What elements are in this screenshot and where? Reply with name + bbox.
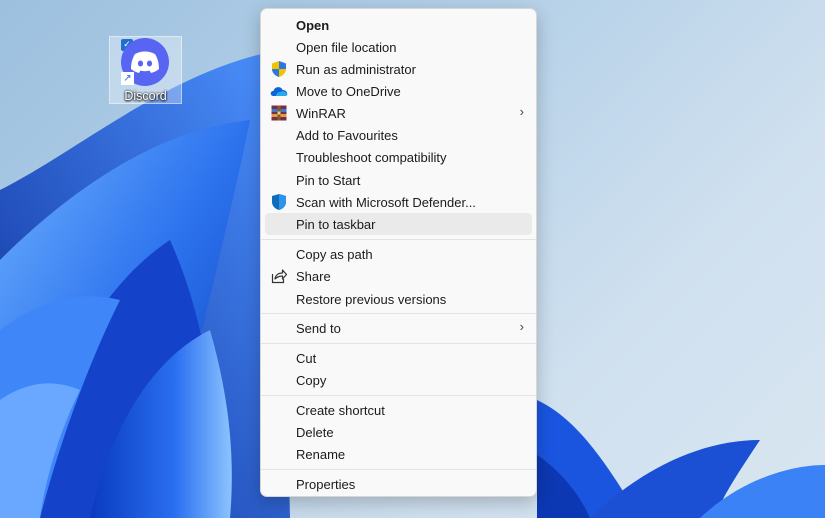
menu-item-send-to[interactable]: Send to › <box>265 317 532 339</box>
menu-item-label: Send to <box>296 320 341 336</box>
menu-item-winrar[interactable]: WinRAR › <box>265 102 532 124</box>
menu-item-label: Delete <box>296 424 334 440</box>
menu-item-label: Scan with Microsoft Defender... <box>296 194 476 210</box>
menu-item-cut[interactable]: Cut <box>265 347 532 369</box>
menu-item-label: Pin to Start <box>296 172 361 188</box>
menu-item-open[interactable]: Open <box>265 14 532 36</box>
menu-item-open-file-location[interactable]: Open file location <box>265 36 532 58</box>
menu-separator <box>261 343 536 344</box>
menu-item-pin-to-start[interactable]: Pin to Start <box>265 169 532 191</box>
menu-separator <box>261 469 536 470</box>
menu-item-delete[interactable]: Delete <box>265 421 532 443</box>
menu-item-label: Copy <box>296 372 327 388</box>
shortcut-arrow-icon: ↗ <box>121 72 134 85</box>
menu-item-add-to-favourites[interactable]: Add to Favourites <box>265 124 532 146</box>
menu-item-label: WinRAR <box>296 105 346 121</box>
menu-item-label: Open file location <box>296 39 397 55</box>
menu-separator <box>261 313 536 314</box>
chevron-right-icon: › <box>519 319 524 334</box>
chevron-right-icon: › <box>519 104 524 119</box>
menu-item-create-shortcut[interactable]: Create shortcut <box>265 399 532 421</box>
menu-item-label: Pin to taskbar <box>296 216 376 232</box>
menu-item-restore-previous-versions[interactable]: Restore previous versions <box>265 288 532 310</box>
menu-item-copy[interactable]: Copy <box>265 369 532 391</box>
menu-item-share[interactable]: Share <box>265 265 532 287</box>
menu-item-run-as-administrator[interactable]: Run as administrator <box>265 58 532 80</box>
menu-item-label: Add to Favourites <box>296 127 398 143</box>
onedrive-cloud-icon <box>270 87 288 96</box>
menu-separator <box>261 395 536 396</box>
menu-item-label: Move to OneDrive <box>296 83 401 99</box>
desktop-icon-discord[interactable]: ✓ ↗ Discord <box>109 36 182 104</box>
desktop-icon-label: Discord <box>124 89 167 103</box>
menu-separator <box>261 239 536 240</box>
menu-item-label: Run as administrator <box>296 61 416 77</box>
defender-shield-icon <box>272 194 286 210</box>
context-menu: Open Open file location Run as administr… <box>260 8 537 497</box>
menu-item-copy-as-path[interactable]: Copy as path <box>265 243 532 265</box>
menu-item-label: Rename <box>296 446 346 462</box>
menu-item-scan-with-defender[interactable]: Scan with Microsoft Defender... <box>265 191 532 213</box>
menu-item-pin-to-taskbar[interactable]: Pin to taskbar <box>265 213 532 235</box>
menu-item-troubleshoot-compatibility[interactable]: Troubleshoot compatibility <box>265 146 532 168</box>
menu-item-label: Create shortcut <box>296 402 385 418</box>
menu-item-label: Properties <box>296 476 356 492</box>
menu-item-move-to-onedrive[interactable]: Move to OneDrive <box>265 80 532 102</box>
menu-item-rename[interactable]: Rename <box>265 443 532 465</box>
share-icon <box>271 269 288 284</box>
menu-item-label: Share <box>296 268 331 284</box>
menu-item-label: Troubleshoot compatibility <box>296 149 447 165</box>
menu-item-label: Open <box>296 17 330 33</box>
menu-item-label: Copy as path <box>296 246 373 262</box>
menu-item-label: Cut <box>296 350 317 366</box>
uac-shield-icon <box>272 61 286 77</box>
menu-item-label: Restore previous versions <box>296 291 447 307</box>
winrar-icon <box>271 105 287 121</box>
menu-item-properties[interactable]: Properties <box>265 473 532 495</box>
